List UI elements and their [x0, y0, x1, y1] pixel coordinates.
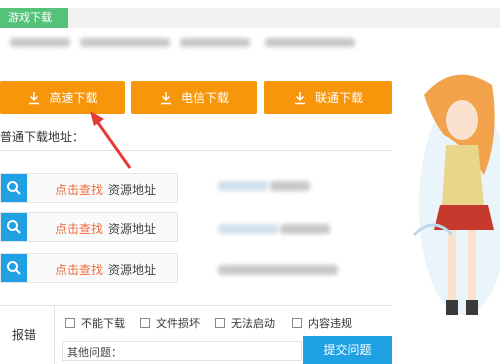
checkbox-cannot-download[interactable]: 不能下载 — [65, 315, 125, 331]
checkbox-cannot-launch[interactable]: 无法启动 — [215, 315, 275, 331]
divider — [54, 306, 55, 364]
download-icon — [27, 91, 41, 105]
resource-address-label: 资源地址 — [108, 222, 157, 236]
magnifier-icon[interactable] — [1, 213, 27, 241]
resource-row[interactable]: 点击查找 资源地址 — [0, 173, 178, 203]
find-link[interactable]: 点击查找 — [55, 181, 103, 198]
download-button-label: 高速下载 — [49, 91, 98, 105]
blurred-link — [270, 181, 310, 191]
divider — [0, 150, 392, 151]
checkbox-content-violation[interactable]: 内容违规 — [292, 315, 352, 331]
resource-row[interactable]: 点击查找 资源地址 — [0, 253, 178, 283]
submit-issue-button[interactable]: 提交问题 — [303, 336, 392, 364]
report-section: 报错 不能下载 文件损坏 无法启动 内容违规 其他问题： 提交问题 — [0, 305, 392, 364]
blurred-link — [218, 265, 338, 275]
magnifier-icon[interactable] — [1, 254, 27, 282]
checkbox-label: 无法启动 — [231, 317, 275, 330]
blurred-link — [218, 181, 268, 191]
tab-bar — [68, 8, 500, 28]
download-button-label: 联通下载 — [314, 91, 363, 105]
high-speed-download-button[interactable]: 高速下载 — [0, 81, 125, 114]
report-title: 报错 — [12, 328, 37, 342]
find-link[interactable]: 点击查找 — [55, 220, 103, 237]
character-artwork — [412, 74, 500, 315]
checkbox-label: 内容违规 — [308, 317, 352, 330]
blurred-link — [218, 224, 278, 234]
download-icon — [293, 91, 307, 105]
checkbox-box[interactable] — [215, 318, 225, 328]
checkbox-box[interactable] — [65, 318, 75, 328]
resource-address-label: 资源地址 — [108, 183, 157, 197]
magnifier-icon[interactable] — [1, 174, 27, 202]
find-link[interactable]: 点击查找 — [55, 261, 103, 278]
resource-address-label: 资源地址 — [108, 263, 157, 277]
download-button-label: 电信下载 — [180, 91, 229, 105]
checkbox-file-corrupt[interactable]: 文件损坏 — [140, 315, 200, 331]
blurred-link — [280, 224, 330, 234]
telecom-download-button[interactable]: 电信下载 — [131, 81, 257, 114]
other-issue-label: 其他问题： — [67, 346, 122, 359]
tab-game-download[interactable]: 游戏下载 — [0, 8, 68, 28]
download-icon — [159, 91, 173, 105]
checkbox-label: 文件损坏 — [156, 317, 200, 330]
checkbox-box[interactable] — [140, 318, 150, 328]
checkbox-label: 不能下载 — [81, 317, 125, 330]
other-issue-field[interactable]: 其他问题： — [62, 341, 302, 361]
normal-download-label: 普通下载地址： — [0, 130, 85, 144]
checkbox-box[interactable] — [292, 318, 302, 328]
unicom-download-button[interactable]: 联通下载 — [264, 81, 392, 114]
resource-row[interactable]: 点击查找 资源地址 — [0, 212, 178, 242]
